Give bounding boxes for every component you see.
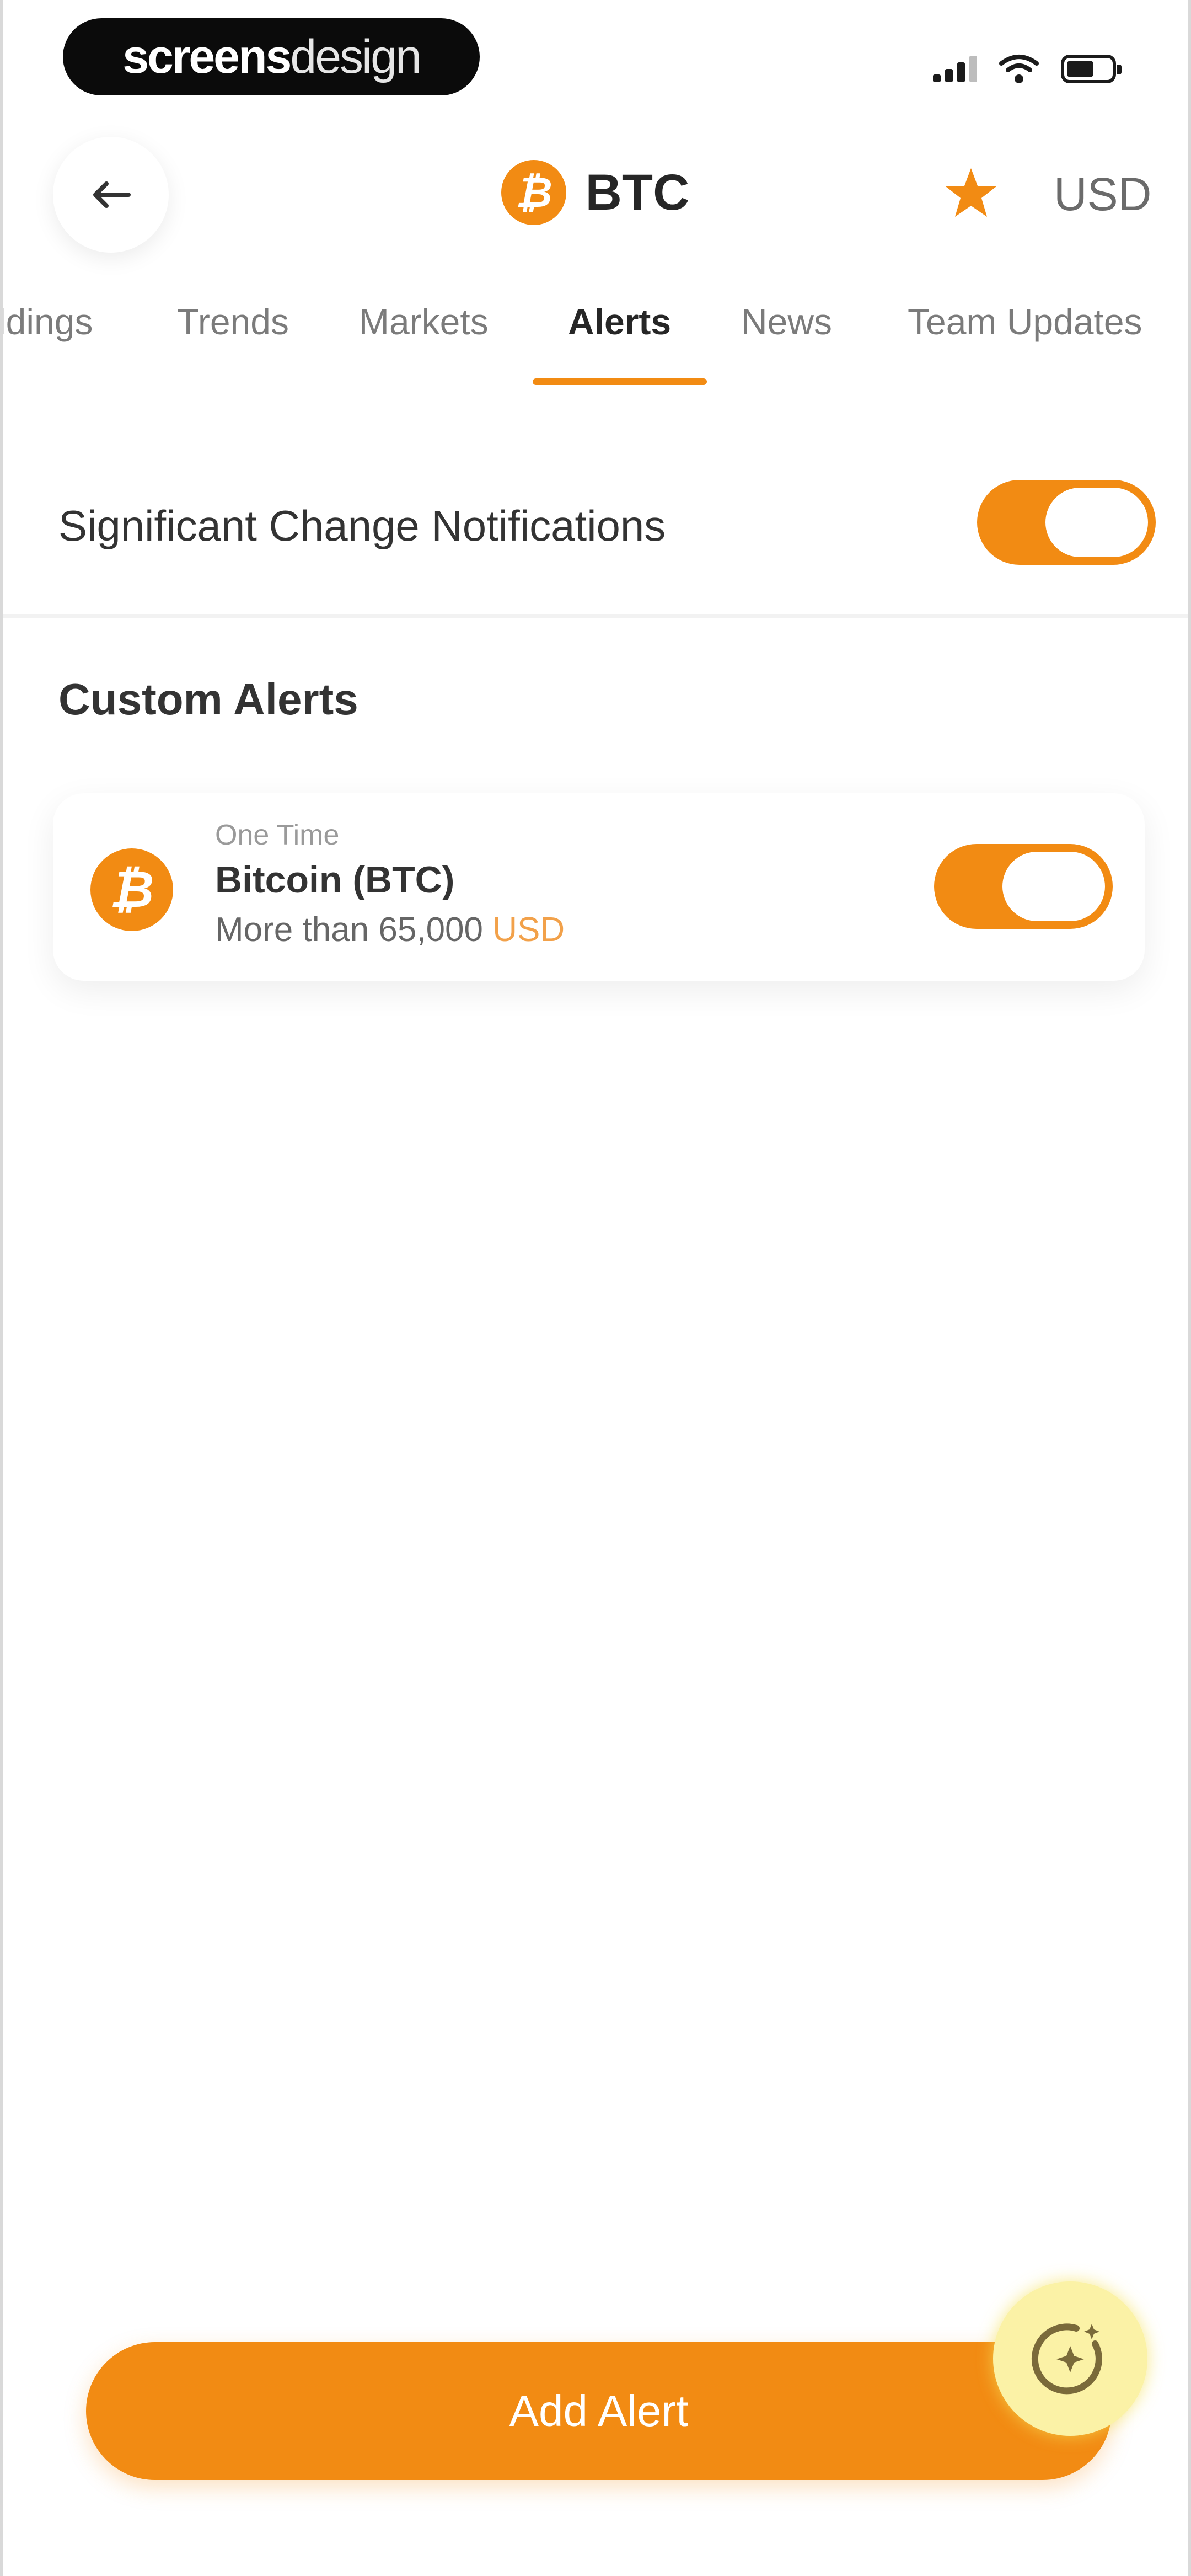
battery-icon xyxy=(1061,55,1122,83)
alert-condition-unit: USD xyxy=(492,911,565,949)
add-alert-button[interactable]: Add Alert xyxy=(86,2342,1112,2480)
status-bar: screens design xyxy=(3,0,1188,110)
tab-team-updates[interactable]: Team Updates xyxy=(908,301,1142,343)
tab-markets[interactable]: Markets xyxy=(359,301,489,343)
tab-alerts[interactable]: Alerts xyxy=(568,301,671,343)
alert-asset-name: Bitcoin (BTC) xyxy=(215,859,455,901)
tab-trends[interactable]: Trends xyxy=(177,301,289,343)
header-title-group: ₿ BTC xyxy=(3,160,1188,225)
wifi-icon xyxy=(999,55,1039,83)
alert-card[interactable]: ₿ One Time Bitcoin (BTC) More than 65,00… xyxy=(53,793,1145,981)
significant-change-label: Significant Change Notifications xyxy=(58,501,666,550)
brand-watermark: screens design xyxy=(63,18,480,95)
alert-frequency: One Time xyxy=(215,819,340,851)
alerts-screen: screens design ₿ BTC USD ldings Trends M… xyxy=(0,0,1191,2576)
custom-alerts-title: Custom Alerts xyxy=(58,675,358,724)
alert-condition-text: More than 65,000 xyxy=(215,911,484,949)
significant-change-toggle[interactable] xyxy=(977,480,1156,565)
sparkle-assistant-icon xyxy=(1031,2323,1102,2395)
toggle-knob xyxy=(1002,852,1105,921)
alert-condition: More than 65,000 USD xyxy=(215,910,565,949)
page-title: BTC xyxy=(585,164,690,221)
active-tab-indicator xyxy=(533,378,707,385)
bitcoin-coin-icon: ₿ xyxy=(90,848,173,931)
favorite-button[interactable] xyxy=(941,162,1001,223)
star-icon xyxy=(946,168,996,217)
tab-bar: ldings Trends Markets Alerts News Team U… xyxy=(3,287,1188,397)
header: ₿ BTC USD xyxy=(3,127,1188,259)
bitcoin-coin-icon: ₿ xyxy=(501,160,567,225)
status-icons xyxy=(933,49,1122,89)
toggle-knob xyxy=(1045,488,1148,557)
significant-change-row: Significant Change Notifications xyxy=(3,452,1188,618)
tab-news[interactable]: News xyxy=(741,301,832,343)
signal-icon xyxy=(933,56,977,82)
assistant-button[interactable] xyxy=(993,2281,1147,2436)
currency-selector[interactable]: USD xyxy=(1054,168,1151,221)
brand-light-text: design xyxy=(290,30,421,83)
alert-enable-toggle[interactable] xyxy=(934,844,1113,929)
tab-holdings[interactable]: ldings xyxy=(3,301,93,343)
brand-bold-text: screens xyxy=(122,30,292,83)
